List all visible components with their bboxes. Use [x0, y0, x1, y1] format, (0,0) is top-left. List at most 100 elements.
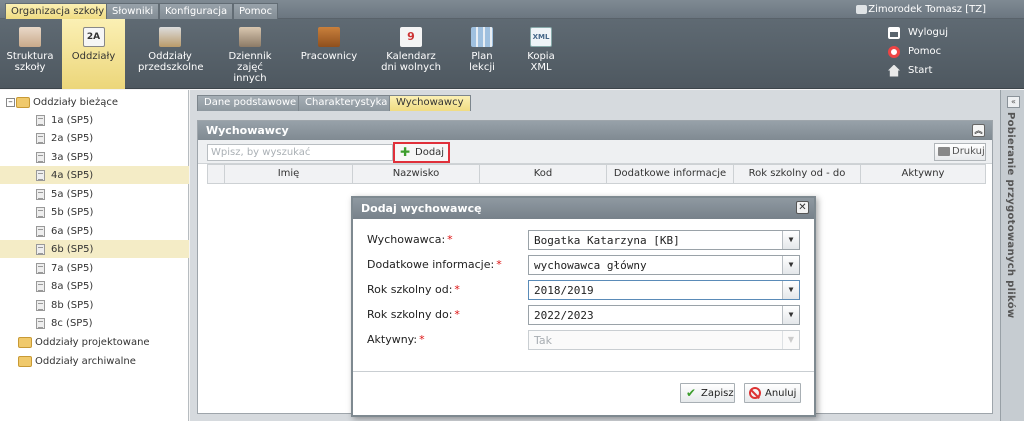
teacher-select[interactable]: Bogatka Katarzyna [KB] ▼ [528, 230, 800, 250]
document-icon [36, 299, 45, 311]
tree-item-7a[interactable]: 7a (SP5) [0, 259, 189, 277]
ribbon-label: Oddziały przedszkolne [138, 51, 204, 73]
document-icon [36, 206, 45, 218]
tree-root-label: Oddziały bieżące [33, 96, 118, 108]
journal-icon [239, 27, 261, 47]
field-row-dodatkowe: Dodatkowe informacje: * wychowawca główny… [367, 255, 807, 275]
column-rok-szkolny[interactable]: Rok szkolny od - do [734, 165, 861, 183]
cancel-label: Anuluj [765, 388, 797, 399]
close-icon[interactable]: ✕ [796, 201, 809, 214]
ribbon-oddzialy[interactable]: 2A Oddziały [62, 19, 125, 89]
required-marker: * [454, 308, 460, 321]
tree-item-8c[interactable]: 8c (SP5) [0, 314, 189, 332]
menu-organizacja-szkoly[interactable]: Organizacja szkoły [5, 3, 111, 19]
add-button[interactable]: ✚ Dodaj [393, 142, 450, 163]
chevron-down-icon[interactable]: ▼ [782, 231, 799, 249]
label-text: Rok szkolny od: [367, 283, 453, 296]
label-text: Dodatkowe informacje: [367, 258, 495, 271]
ribbon-label: Struktura szkoły [6, 51, 54, 73]
field-label-rok-do: Rok szkolny do: * [367, 308, 460, 321]
document-icon [36, 317, 45, 329]
tree-item-label: 5a (SP5) [51, 188, 94, 200]
logout-label: Wyloguj [908, 27, 948, 38]
table-header: Imię Nazwisko Kod Dodatkowe informacje R… [207, 164, 986, 184]
ribbon-struktura-szkoly[interactable]: Struktura szkoły [3, 19, 57, 89]
column-dodatkowe-informacje[interactable]: Dodatkowe informacje [607, 165, 734, 183]
panel-title: Wychowawcy [206, 124, 289, 137]
chevron-down-icon[interactable]: ▼ [782, 256, 799, 274]
required-marker: * [496, 258, 502, 271]
column-select[interactable] [208, 165, 225, 183]
ribbon-kopia-xml[interactable]: XML Kopia XML [518, 19, 564, 89]
print-button[interactable]: Drukuj [934, 143, 986, 161]
tree-item-8b[interactable]: 8b (SP5) [0, 296, 189, 314]
document-icon [36, 225, 45, 237]
menu-konfiguracja[interactable]: Konfiguracja [159, 3, 234, 19]
column-aktywny[interactable]: Aktywny [861, 165, 985, 183]
ribbon-label: Oddziały [71, 51, 116, 62]
required-marker: * [419, 333, 425, 346]
panel-header: Wychowawcy ︽ [198, 121, 992, 140]
add-teacher-dialog: Dodaj wychowawcę ✕ Wychowawca: * Bogatka … [351, 196, 816, 417]
tab-wychowawcy[interactable]: Wychowawcy [389, 95, 471, 111]
help-link[interactable]: Pomoc [888, 42, 1008, 61]
ribbon-oddzialy-przedszkolne[interactable]: Oddziały przedszkolne [136, 19, 204, 89]
downloads-side-panel[interactable]: « Pobieranie przygotowanych plików [1000, 90, 1024, 421]
tree-item-3a[interactable]: 3a (SP5) [0, 148, 189, 166]
search-input[interactable] [207, 144, 393, 161]
folder-icon [18, 355, 32, 367]
tree-root-current[interactable]: – Oddziały bieżące [0, 93, 189, 111]
tab-dane-podstawowe[interactable]: Dane podstawowe [197, 95, 304, 111]
ribbon-kalendarz-dni-wolnych[interactable]: 9 Kalendarz dni wolnych [376, 19, 446, 89]
chat-icon[interactable] [856, 5, 867, 14]
tree-root-archived[interactable]: Oddziały archiwalne [0, 352, 189, 370]
cancel-button[interactable]: Anuluj [744, 383, 801, 403]
tree-item-label: 2a (SP5) [51, 132, 94, 144]
tree-item-5b[interactable]: 5b (SP5) [0, 203, 189, 221]
column-nazwisko[interactable]: Nazwisko [353, 165, 480, 183]
field-row-rok-od: Rok szkolny od: * 2018/2019 ▼ [367, 280, 807, 300]
tree-item-label: 8a (SP5) [51, 280, 94, 292]
help-label: Pomoc [908, 46, 942, 57]
ribbon-dziennik-zajec-innych[interactable]: Dziennik zajęć innych [218, 19, 282, 89]
tree-item-1a[interactable]: 1a (SP5) [0, 111, 189, 129]
tree-item-5a[interactable]: 5a (SP5) [0, 185, 189, 203]
year-from-select[interactable]: 2018/2019 ▼ [528, 280, 800, 300]
tree-item-2a[interactable]: 2a (SP5) [0, 129, 189, 147]
expand-left-icon[interactable]: « [1007, 96, 1020, 108]
ribbon-plan-lekcji[interactable]: Plan lekcji [456, 19, 508, 89]
panel-toolbar: ✚ Dodaj Drukuj [198, 140, 992, 164]
collapse-up-icon[interactable]: ︽ [972, 124, 985, 137]
logout-link[interactable]: Wyloguj [888, 23, 1008, 42]
ribbon-pracownicy[interactable]: Pracownicy [298, 19, 360, 89]
chevron-down-icon[interactable]: ▼ [782, 306, 799, 324]
dialog-divider [353, 371, 814, 372]
ribbon-toolbar: Struktura szkoły 2A Oddziały Oddziały pr… [0, 19, 1024, 89]
column-imie[interactable]: Imię [225, 165, 353, 183]
collapse-icon[interactable]: – [6, 97, 15, 107]
menu-pomoc[interactable]: Pomoc [233, 3, 279, 19]
start-link[interactable]: Start [888, 61, 1008, 80]
menu-slowniki[interactable]: Słowniki [106, 3, 160, 19]
document-icon [36, 132, 45, 144]
tab-charakterystyka[interactable]: Charakterystyka [298, 95, 395, 111]
column-kod[interactable]: Kod [480, 165, 607, 183]
save-button[interactable]: ✔ Zapisz [680, 383, 735, 403]
document-icon [36, 169, 45, 181]
year-to-select[interactable]: 2022/2023 ▼ [528, 305, 800, 325]
additional-info-select[interactable]: wychowawca główny ▼ [528, 255, 800, 275]
tree-item-label: 4a (SP5) [51, 169, 94, 181]
timetable-icon [471, 27, 493, 47]
label-text: Rok szkolny do: [367, 308, 453, 321]
tree-root-projected[interactable]: Oddziały projektowane [0, 333, 189, 351]
school-structure-icon [19, 27, 41, 47]
tree-item-4a[interactable]: 4a (SP5) [0, 166, 189, 184]
tree-item-6a[interactable]: 6a (SP5) [0, 222, 189, 240]
field-label-dodatkowe: Dodatkowe informacje: * [367, 258, 502, 271]
chevron-down-icon[interactable]: ▼ [782, 281, 799, 299]
briefcase-icon [318, 27, 340, 47]
home-icon [888, 64, 900, 77]
add-label: Dodaj [415, 147, 445, 158]
tree-item-6b[interactable]: 6b (SP5) [0, 240, 189, 258]
tree-item-8a[interactable]: 8a (SP5) [0, 277, 189, 295]
